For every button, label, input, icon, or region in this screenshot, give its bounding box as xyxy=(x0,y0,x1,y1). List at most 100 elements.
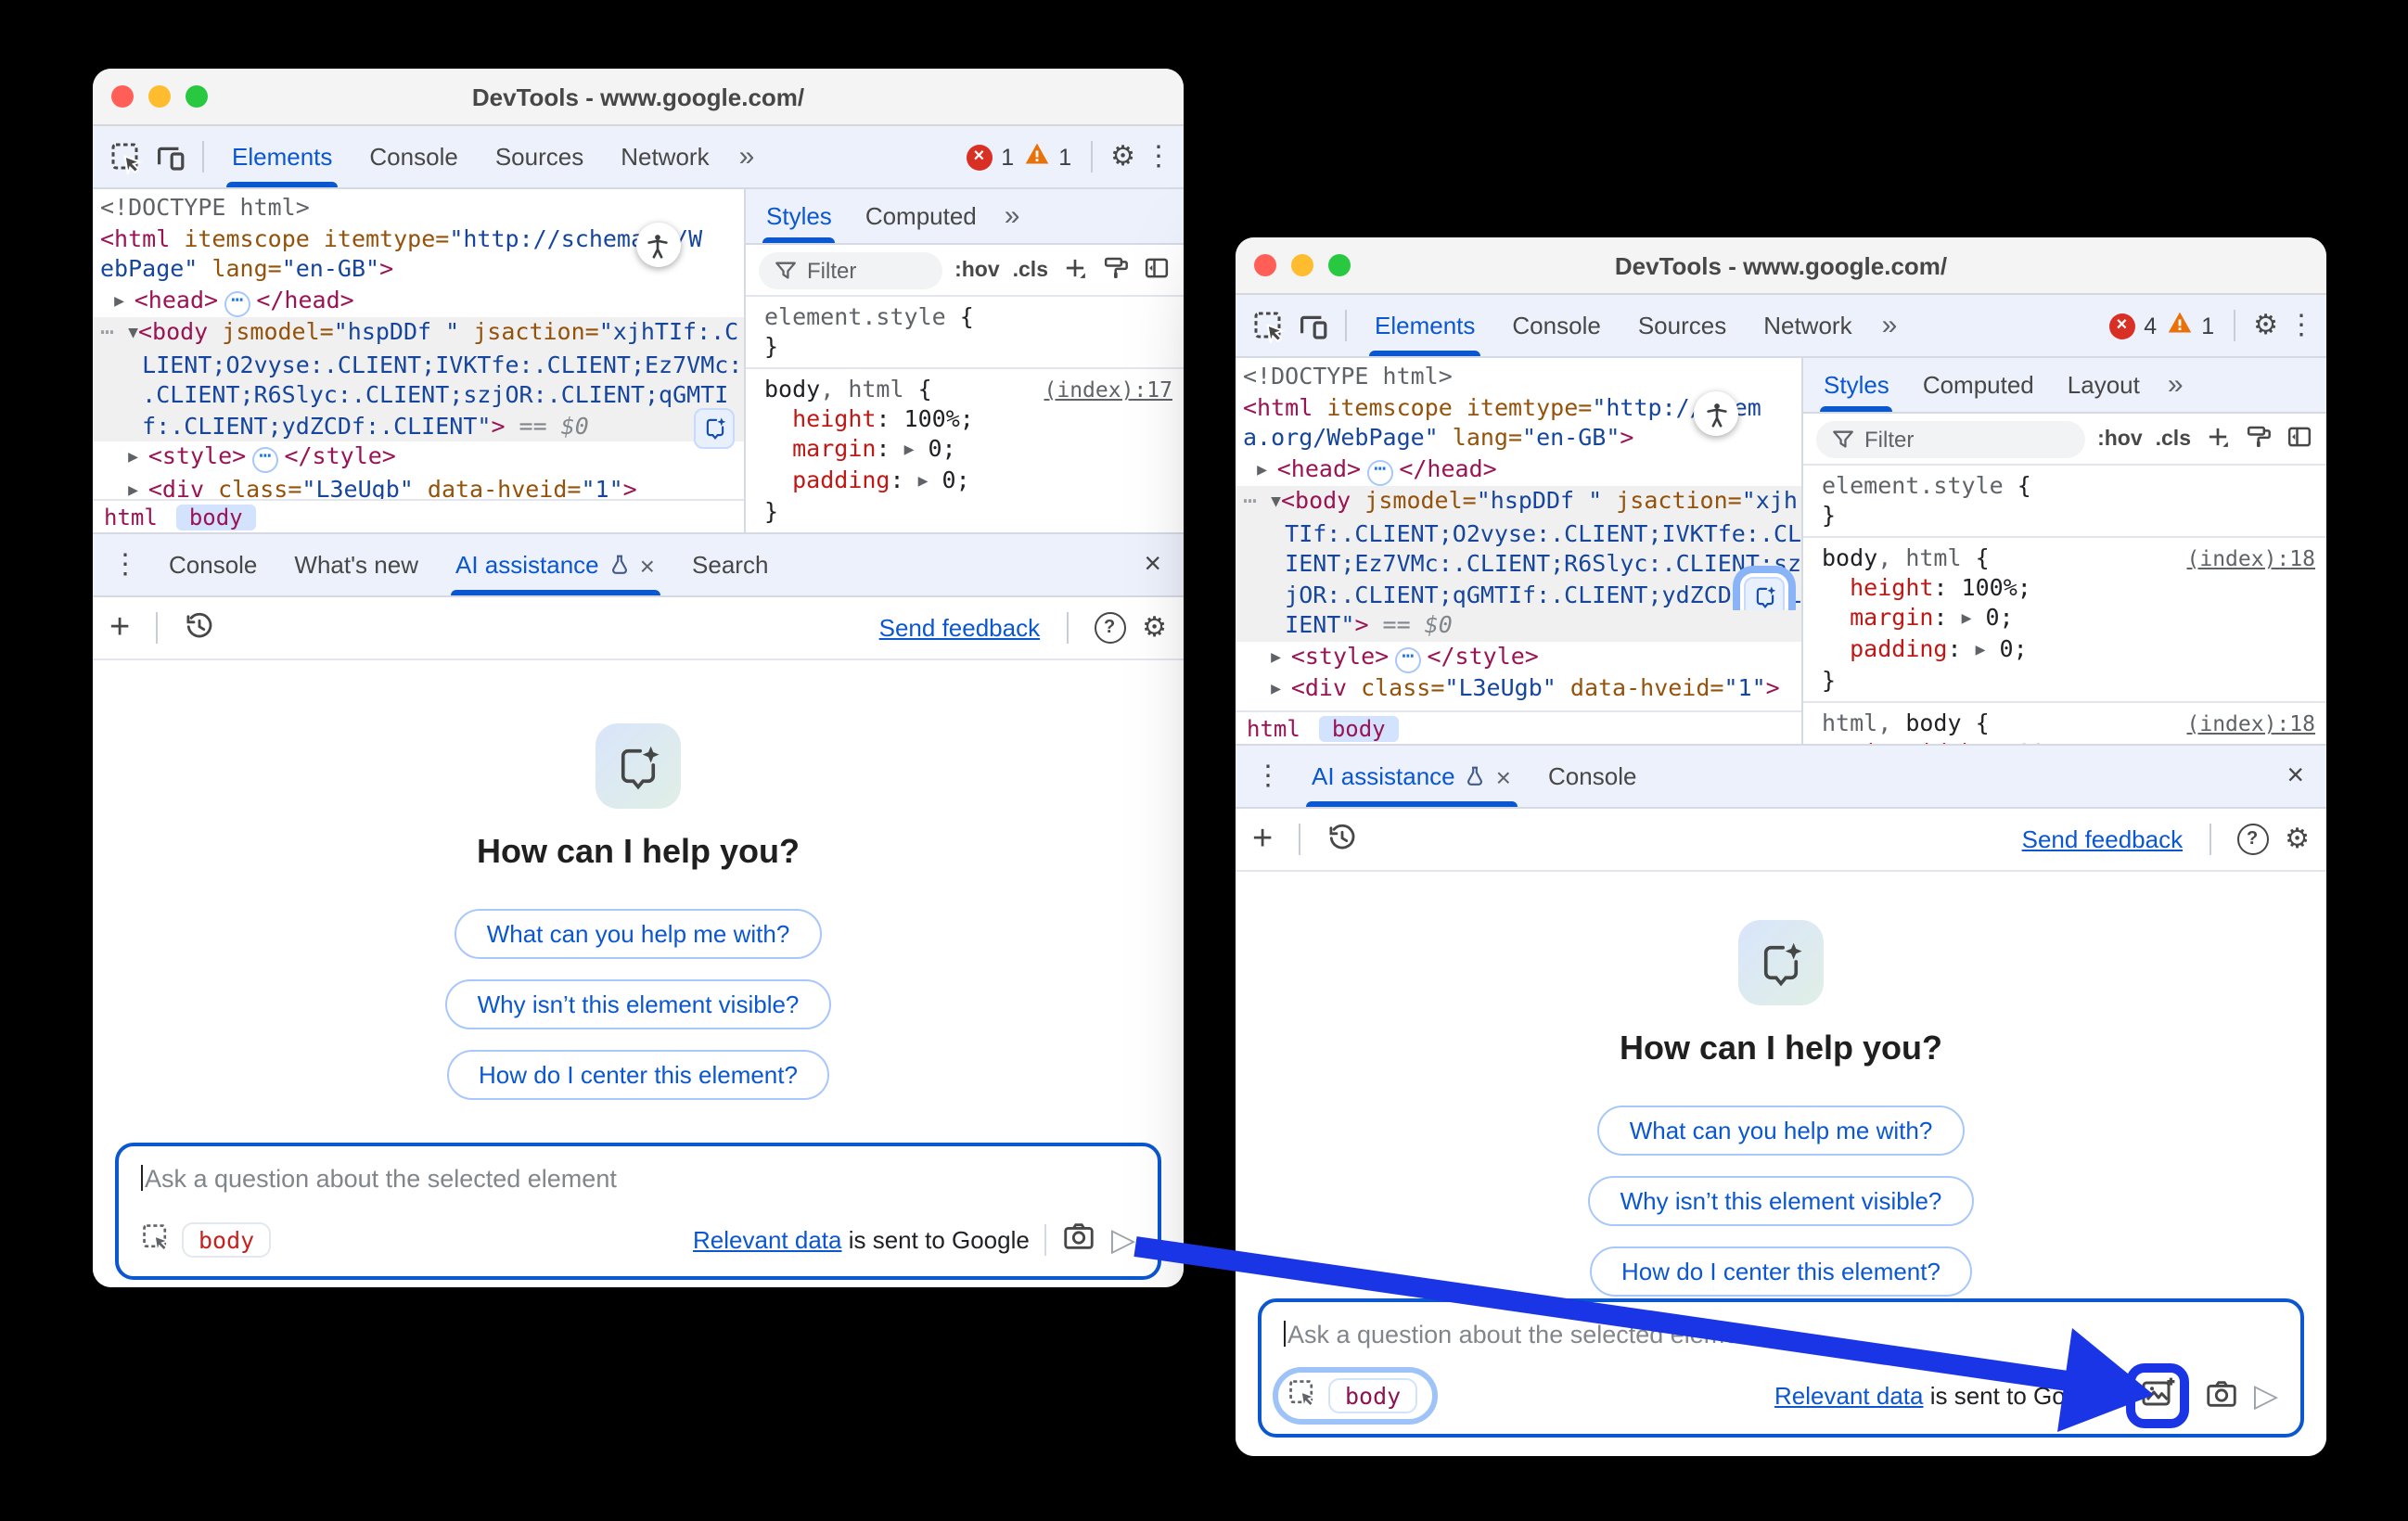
toggle-hover-state[interactable]: :hov xyxy=(2097,428,2143,450)
code-line[interactable]: ⋯ ▼<body jsmodel="hspDDf " jsaction="xjh xyxy=(1236,486,1801,518)
ai-settings-gear-icon[interactable]: ⚙ xyxy=(2285,825,2310,853)
screenshot-camera-icon[interactable] xyxy=(1061,1219,1096,1259)
history-icon[interactable] xyxy=(1326,821,1358,858)
prompt-placeholder-row[interactable]: Ask a question about the selected elemen… xyxy=(1284,1321,2278,1348)
selected-element-chip[interactable]: body xyxy=(1328,1378,1417,1413)
suggestion-pill[interactable]: Why isn’t this element visible? xyxy=(446,979,831,1029)
tab-network[interactable]: Network xyxy=(602,126,727,187)
tab-styles[interactable]: Styles xyxy=(1807,358,1906,412)
send-prompt-icon[interactable]: ▷ xyxy=(1111,1223,1135,1255)
send-feedback-link[interactable]: Send feedback xyxy=(2022,825,2183,853)
stylesheet-source-link[interactable]: (index):18 xyxy=(2187,709,2316,738)
suggestion-pill[interactable]: What can you help me with? xyxy=(1598,1106,1965,1156)
paint-roller-icon[interactable] xyxy=(2245,422,2273,455)
styles-filter-input[interactable]: Filter xyxy=(759,251,941,288)
close-drawer-icon[interactable]: × xyxy=(1129,548,1176,582)
breadcrumb-item-html[interactable]: html xyxy=(1247,715,1300,741)
code-line[interactable]: element.style { xyxy=(1814,471,2315,501)
send-feedback-link[interactable]: Send feedback xyxy=(879,614,1040,642)
suggestion-pill[interactable]: Why isn’t this element visible? xyxy=(1589,1176,1974,1226)
toggle-hover-state[interactable]: :hov xyxy=(954,259,1000,281)
context-inspect-icon[interactable] xyxy=(141,1221,171,1257)
window-titlebar[interactable]: DevTools - www.google.com/ xyxy=(1236,237,2326,295)
breadcrumb-item-body[interactable]: body xyxy=(176,504,256,530)
close-tab-icon[interactable]: × xyxy=(640,550,655,580)
error-count[interactable]: 4 xyxy=(2144,313,2157,339)
inspect-icon[interactable] xyxy=(1247,303,1291,348)
tab-elements[interactable]: Elements xyxy=(213,126,351,187)
kebab-menu-icon[interactable]: ⋮ xyxy=(1145,143,1172,171)
code-line[interactable]: LIENT;O2vyse:.CLIENT;IVKTfe:.CLIENT;Ez7V… xyxy=(93,350,744,380)
style-rule[interactable]: body, html {(index):18 height: 100%; mar… xyxy=(1803,538,2326,703)
prompt-placeholder-row[interactable]: Ask a question about the selected elemen… xyxy=(141,1165,1135,1193)
code-line[interactable]: <html itemscope itemtype="http://schema/… xyxy=(93,224,744,254)
suggestion-pill[interactable]: How do I center this element? xyxy=(1590,1246,1972,1297)
suggestion-pill[interactable]: What can you help me with? xyxy=(455,909,822,959)
collapsed-children-badge[interactable]: ⋯ xyxy=(224,290,250,316)
collapsed-children-badge[interactable]: ⋯ xyxy=(1394,646,1421,672)
code-line[interactable]: ▶ <style>⋯</style> xyxy=(93,441,744,474)
settings-gear-icon[interactable]: ⚙ xyxy=(2253,312,2278,339)
breadcrumb-item-html[interactable]: html xyxy=(104,504,158,530)
context-inspect-icon[interactable] xyxy=(1287,1378,1317,1413)
minimize-window-button[interactable] xyxy=(1291,254,1313,276)
warning-count[interactable]: 1 xyxy=(1058,144,1071,170)
code-line[interactable]: ⋯ ▼<body jsmodel="hspDDf " jsaction="xjh… xyxy=(93,317,744,350)
tab-sources[interactable]: Sources xyxy=(1620,295,1745,356)
zoom-window-button[interactable] xyxy=(186,85,208,108)
style-rule[interactable]: element.style {} xyxy=(746,297,1184,369)
code-line[interactable]: margin: ▶ 0; xyxy=(1814,603,2315,634)
drawer-kebab-menu-icon[interactable]: ⋮ xyxy=(1243,762,1293,790)
zoom-window-button[interactable] xyxy=(1328,254,1351,276)
code-line[interactable]: ▶ <div class="L3eUgb" data-hveid="1"> xyxy=(1236,673,1801,706)
code-line[interactable]: IENT"> == $0 xyxy=(1236,610,1801,641)
collapsed-children-badge[interactable]: ⋯ xyxy=(1366,459,1393,485)
tab-console[interactable]: Console xyxy=(1493,295,1619,356)
tab-computed[interactable]: Computed xyxy=(849,189,993,243)
window-titlebar[interactable]: DevTools - www.google.com/ xyxy=(93,69,1184,126)
toggle-class[interactable]: .cls xyxy=(1013,259,1048,281)
device-toolbar-icon[interactable] xyxy=(1291,303,1336,348)
more-panels-icon[interactable]: » xyxy=(1871,310,1909,341)
breadcrumb-item-body[interactable]: body xyxy=(1319,715,1399,741)
code-line[interactable]: ▶ <div class="L3eUgb" data-hveid="1"> xyxy=(93,474,744,499)
code-line[interactable]: <!DOCTYPE html> xyxy=(1236,362,1801,392)
stylesheet-source-link[interactable]: (index):18 xyxy=(2187,543,2316,573)
tab-ai-assistance[interactable]: AI assistance× xyxy=(1293,746,1530,807)
code-line[interactable]: body, html {(index):17 xyxy=(757,375,1172,404)
collapsed-children-badge[interactable]: ⋯ xyxy=(251,447,278,473)
code-line[interactable]: html, body {(index):18 xyxy=(1814,709,2315,738)
relevant-data-link[interactable]: Relevant data xyxy=(1774,1382,1923,1410)
code-line[interactable]: height: 100%; xyxy=(757,404,1172,434)
code-line[interactable]: } xyxy=(757,497,1172,527)
style-rule[interactable]: body, html {(index):17 height: 100%; mar… xyxy=(746,369,1184,532)
tab-console[interactable]: Console xyxy=(351,126,476,187)
new-style-rule-icon[interactable] xyxy=(1061,253,1089,287)
code-line[interactable]: min-width: 400px; xyxy=(1814,738,2315,744)
code-line[interactable]: padding: ▶ 0; xyxy=(1814,634,2315,666)
toggle-class[interactable]: .cls xyxy=(2156,428,2191,450)
more-style-tabs-icon[interactable]: » xyxy=(2157,369,2195,401)
code-line[interactable]: TIf:.CLIENT;O2vyse:.CLIENT;IVKTfe:.CL xyxy=(1236,518,1801,549)
warning-icon[interactable] xyxy=(2166,310,2192,341)
paint-roller-icon[interactable] xyxy=(1102,253,1130,287)
new-chat-icon[interactable]: + xyxy=(1252,822,1273,857)
add-image-icon[interactable] xyxy=(2139,1374,2176,1417)
more-style-tabs-icon[interactable]: » xyxy=(993,200,1031,232)
new-chat-icon[interactable]: + xyxy=(109,610,130,645)
close-window-button[interactable] xyxy=(1254,254,1276,276)
device-toolbar-icon[interactable] xyxy=(148,134,193,179)
help-icon[interactable]: ? xyxy=(2236,824,2268,855)
stylesheet-source-link[interactable]: (index):17 xyxy=(1044,375,1173,404)
code-line[interactable]: } xyxy=(757,332,1172,362)
code-line[interactable]: f:.CLIENT;ydZCDf:.CLIENT"> == $0 xyxy=(93,411,744,441)
close-window-button[interactable] xyxy=(111,85,134,108)
close-tab-icon[interactable]: × xyxy=(1496,761,1511,791)
tab-sources[interactable]: Sources xyxy=(477,126,602,187)
drawer-kebab-menu-icon[interactable]: ⋮ xyxy=(100,551,150,579)
style-rule[interactable]: element.style {} xyxy=(1803,466,2326,538)
history-icon[interactable] xyxy=(184,609,215,646)
warning-count[interactable]: 1 xyxy=(2201,313,2214,339)
warning-icon[interactable] xyxy=(1023,141,1049,173)
code-line[interactable]: jOR:.CLIENT;qGMTIf:.CLIENT;ydZCDf:.CL xyxy=(1236,580,1801,610)
